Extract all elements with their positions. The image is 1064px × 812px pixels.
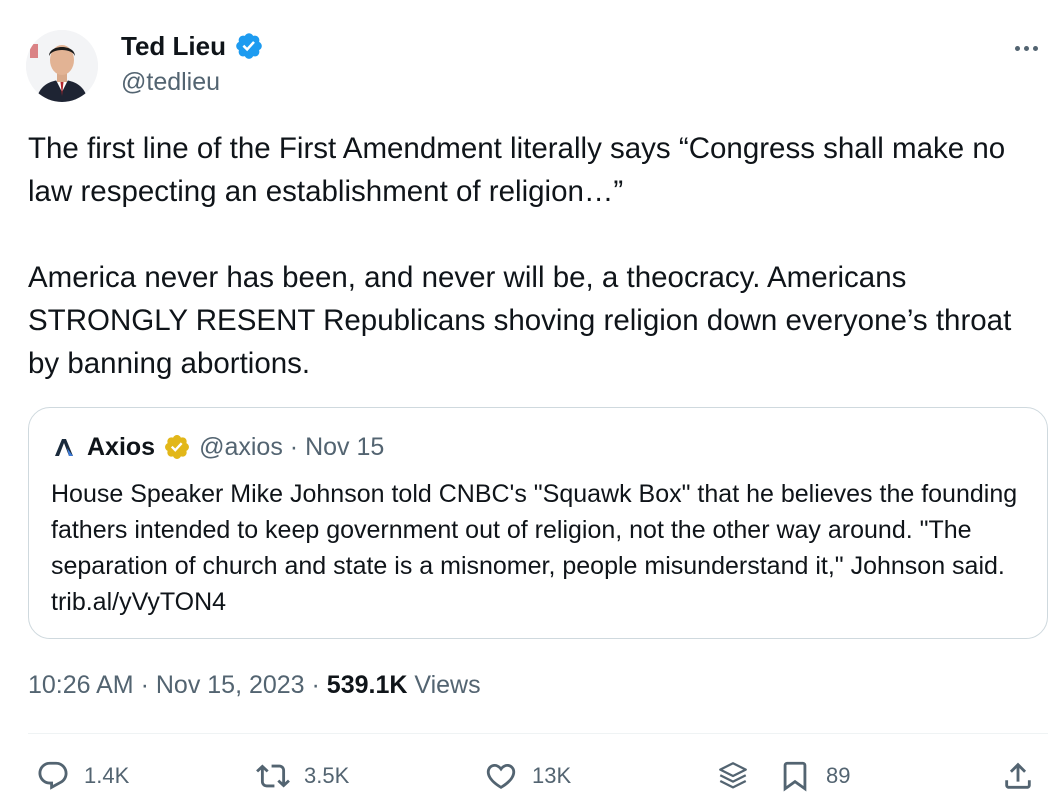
more-icon	[1014, 45, 1020, 51]
bookmark-button[interactable]: 89	[778, 758, 850, 794]
avatar[interactable]	[26, 30, 98, 102]
tweet-time[interactable]: 10:26 AM	[28, 671, 134, 699]
axios-logo-icon	[55, 439, 73, 456]
reply-icon	[38, 761, 68, 790]
tweet-meta: 10:26 AM · Nov 15, 2023 · 539.1K Views	[28, 669, 481, 701]
author-handle[interactable]: @tedlieu	[121, 66, 220, 98]
quoted-tweet[interactable]: Axios @axios · Nov 15 House Speaker Mike…	[28, 407, 1048, 639]
quoted-separator: ·	[282, 433, 306, 461]
meta-separator: ·	[304, 671, 327, 699]
quoted-tweet-text: House Speaker Mike Johnson told CNBC's "…	[51, 480, 1018, 616]
heart-icon	[486, 763, 516, 789]
like-button[interactable]: 13K	[484, 758, 571, 794]
gold-verified-badge-icon	[165, 435, 190, 459]
more-button[interactable]	[1010, 36, 1042, 60]
tweet: Ted Lieu @tedlieu The first line of the …	[0, 0, 1064, 812]
tweet-paragraph: The first line of the First Amendment li…	[28, 132, 1006, 208]
views-count[interactable]: 539.1K	[327, 671, 408, 699]
quoted-tweet-header: Axios @axios · Nov 15	[53, 432, 384, 462]
author-name-row: Ted Lieu	[121, 30, 264, 62]
tweet-paragraph: America never has been, and never will b…	[28, 261, 1012, 380]
bookmark-icon	[783, 761, 807, 792]
quoted-author-handle[interactable]: @axios	[199, 432, 283, 462]
tweet-text: The first line of the First Amendment li…	[28, 127, 1038, 385]
bookmark-count: 89	[826, 763, 851, 788]
tweet-date[interactable]: Nov 15, 2023	[156, 671, 305, 699]
share-icon	[1005, 762, 1031, 789]
reply-button[interactable]: 1.4K	[36, 758, 129, 794]
retweet-button[interactable]: 3.5K	[256, 758, 349, 794]
views-label: Views	[414, 671, 481, 699]
more-icon-dot	[1023, 45, 1029, 51]
author-name[interactable]: Ted Lieu	[121, 30, 226, 62]
share-button[interactable]	[1001, 758, 1035, 794]
analytics-button[interactable]	[716, 758, 750, 794]
action-bar: 1.4K 3.5K 13K 89	[0, 748, 1064, 804]
retweet-count: 3.5K	[304, 763, 350, 788]
meta-separator: ·	[133, 671, 156, 699]
divider	[28, 733, 1048, 734]
more-icon-dot	[1032, 45, 1038, 51]
quoted-date[interactable]: Nov 15	[305, 432, 384, 462]
analytics-icon	[719, 762, 747, 789]
quoted-author-name[interactable]: Axios	[87, 432, 155, 462]
like-count: 13K	[532, 763, 572, 788]
reply-count: 1.4K	[84, 763, 130, 788]
verified-badge-icon	[236, 33, 262, 59]
retweet-icon	[256, 764, 290, 788]
